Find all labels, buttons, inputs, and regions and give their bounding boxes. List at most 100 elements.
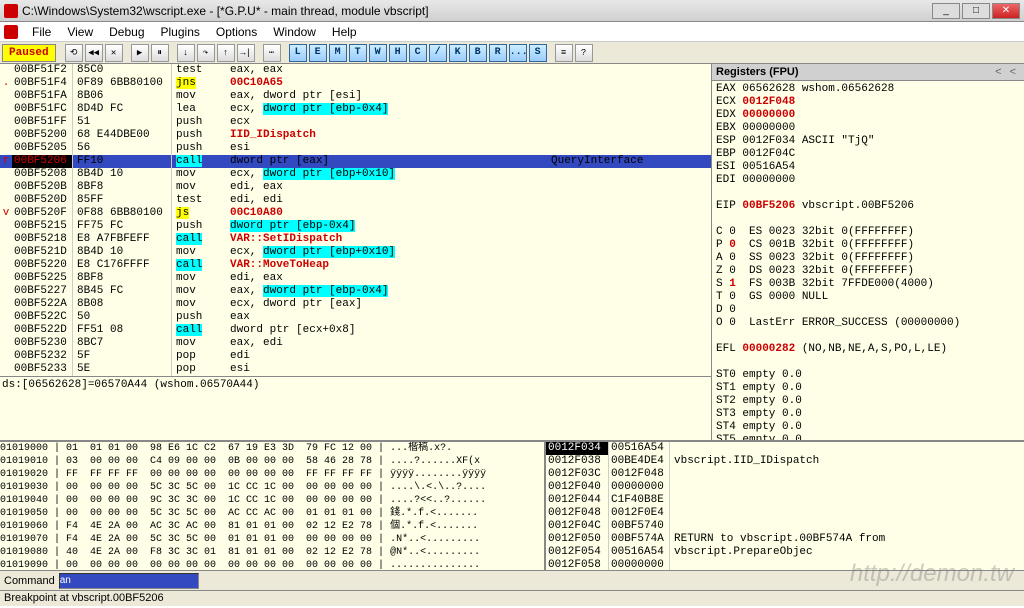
stack-row[interactable]: 0012F05400516A54 bbox=[546, 546, 1024, 559]
minimize-button[interactable]: _ bbox=[932, 3, 960, 19]
register-EDX[interactable]: EDX 00000000 bbox=[716, 109, 1020, 122]
window-title: C:\Windows\System32\wscript.exe - [*G.P.… bbox=[22, 4, 932, 18]
toolbar-letter-B[interactable]: B bbox=[469, 44, 487, 62]
stack-row[interactable]: 0012F04C00BF5740 bbox=[546, 520, 1024, 533]
toolbar-letter-W[interactable]: W bbox=[369, 44, 387, 62]
toolbar-letter-T[interactable]: T bbox=[349, 44, 367, 62]
register-EIP[interactable]: EIP 00BF5206 vbscript.00BF5206 bbox=[716, 200, 1020, 213]
disasm-row[interactable]: 00BF522A8B08movecx, dword ptr [eax] bbox=[0, 298, 711, 311]
stack-row[interactable]: 0012F03800BE4DE4vbscript.IID_IDispatch bbox=[546, 455, 1024, 468]
disasm-row[interactable]: 00BF520068 E44DBE00pushIID_IDispatch bbox=[0, 129, 711, 142]
disasm-row[interactable]: v00BF520F0F88 6BB80100js00C10A80 bbox=[0, 207, 711, 220]
toolbar-letter-S[interactable]: S bbox=[529, 44, 547, 62]
flag-line: A 0 SS 0023 32bit 0(FFFFFFFF) bbox=[716, 252, 1020, 265]
toolbar-letter-M[interactable]: M bbox=[329, 44, 347, 62]
dump-row[interactable]: 01019030 | 00 00 00 00 5C 3C 5C 00 1C CC… bbox=[0, 481, 544, 494]
toolbar-letter-C[interactable]: C bbox=[409, 44, 427, 62]
menu-window[interactable]: Window bbox=[265, 23, 324, 41]
toolbar-stepover[interactable]: ↷ bbox=[197, 44, 215, 62]
disasm-row[interactable]: 00BF52258BF8movedi, eax bbox=[0, 272, 711, 285]
dump-row[interactable]: 01019080 | 40 4E 2A 00 F8 3C 3C 01 81 01… bbox=[0, 546, 544, 559]
disasm-row[interactable]: 00BF520556pushesi bbox=[0, 142, 711, 155]
disasm-row[interactable]: 00BF522DFF51 08calldword ptr [ecx+0x8] bbox=[0, 324, 711, 337]
menu-options[interactable]: Options bbox=[208, 23, 265, 41]
flag-line: T 0 GS 0000 NULL bbox=[716, 291, 1020, 304]
stack-row[interactable]: 0012F0480012F0E4 bbox=[546, 507, 1024, 520]
dump-row[interactable]: 01019040 | 00 00 00 00 9C 3C 3C 00 1C CC… bbox=[0, 494, 544, 507]
disasm-row[interactable]: 00BF51FF51pushecx bbox=[0, 116, 711, 129]
toolbar-letter-...[interactable]: ... bbox=[509, 44, 527, 62]
disasm-row[interactable]: .00BF51F40F89 6BB80100jns00C10A65 bbox=[0, 77, 711, 90]
dump-row[interactable]: 01019070 | F4 4E 2A 00 5C 3C 5C 00 01 01… bbox=[0, 533, 544, 546]
stack-row[interactable]: 0012F03400516A54 bbox=[546, 442, 1024, 455]
menu-file[interactable]: File bbox=[24, 23, 59, 41]
toolbar-back[interactable]: ◀◀ bbox=[85, 44, 103, 62]
toolbar-letter-R[interactable]: R bbox=[489, 44, 507, 62]
stack-row[interactable]: 0012F03C0012F048 bbox=[546, 468, 1024, 481]
menu-help[interactable]: Help bbox=[324, 23, 365, 41]
toolbar-stepout[interactable]: ↑ bbox=[217, 44, 235, 62]
disasm-row[interactable]: 00BF520B8BF8movedi, eax bbox=[0, 181, 711, 194]
menu-plugins[interactable]: Plugins bbox=[153, 23, 208, 41]
disasm-row[interactable]: 00BF520D85FFtestedi, edi bbox=[0, 194, 711, 207]
register-EDI[interactable]: EDI 00000000 bbox=[716, 174, 1020, 187]
flag-line: C 0 ES 0023 32bit 0(FFFFFFFF) bbox=[716, 226, 1020, 239]
disasm-row[interactable]: 00BF52088B4D 10movecx, dword ptr [ebp+0x… bbox=[0, 168, 711, 181]
dump-row[interactable]: 01019010 | 03 00 00 00 C4 09 00 00 0B 00… bbox=[0, 455, 544, 468]
command-bar: Command bbox=[0, 570, 1024, 590]
toolbar-run[interactable]: ▶ bbox=[131, 44, 149, 62]
disasm-row[interactable]: r00BF5206FF10calldword ptr [eax]QueryInt… bbox=[0, 155, 711, 168]
dump-row[interactable]: 01019050 | 00 00 00 00 5C 3C 5C 00 AC CC… bbox=[0, 507, 544, 520]
disasm-row[interactable]: 00BF52325Fpopedi bbox=[0, 350, 711, 363]
menu-view[interactable]: View bbox=[59, 23, 101, 41]
toolbar-letter-H[interactable]: H bbox=[389, 44, 407, 62]
disassembly-pane[interactable]: 00BF51F285C0testeax, eax.00BF51F40F89 6B… bbox=[0, 64, 712, 440]
menu-debug[interactable]: Debug bbox=[101, 23, 152, 41]
toolbar-help[interactable]: ? bbox=[575, 44, 593, 62]
disasm-row[interactable]: 00BF521D8B4D 10movecx, dword ptr [ebp+0x… bbox=[0, 246, 711, 259]
scroll-right-icon[interactable]: < bbox=[1006, 66, 1020, 78]
toolbar-settings[interactable]: ≡ bbox=[555, 44, 573, 62]
stack-row[interactable]: 0012F04000000000 bbox=[546, 481, 1024, 494]
stack-row[interactable]: 0012F044C1F40B8E bbox=[546, 494, 1024, 507]
register-ECX[interactable]: ECX 0012F048 bbox=[716, 96, 1020, 109]
stack-row[interactable]: 0012F05800000000 bbox=[546, 559, 1024, 570]
toolbar-pause[interactable]: ⏸ bbox=[151, 44, 169, 62]
scroll-left-icon[interactable]: < bbox=[991, 66, 1005, 78]
dump-row[interactable]: 01019060 | F4 4E 2A 00 AC 3C AC 00 81 01… bbox=[0, 520, 544, 533]
toolbar-close[interactable]: ✕ bbox=[105, 44, 123, 62]
toolbar-runto[interactable]: →| bbox=[237, 44, 255, 62]
toolbar-letter-/[interactable]: / bbox=[429, 44, 447, 62]
disasm-row[interactable]: 00BF522C50pusheax bbox=[0, 311, 711, 324]
stack-pane[interactable]: 0012F03400516A540012F03800BE4DE4vbscript… bbox=[546, 442, 1024, 570]
disasm-row[interactable]: 00BF52308BC7moveax, edi bbox=[0, 337, 711, 350]
dump-row[interactable]: 01019090 | 00 00 00 00 00 00 00 00 00 00… bbox=[0, 559, 544, 570]
register-EBX[interactable]: EBX 00000000 bbox=[716, 122, 1020, 135]
registers-pane[interactable]: Registers (FPU) < < EAX 06562628 wshom.0… bbox=[712, 64, 1024, 440]
register-EAX[interactable]: EAX 06562628 wshom.06562628 bbox=[716, 83, 1020, 96]
disasm-row[interactable]: 00BF5220E8 C176FFFFcallVAR::MoveToHeap bbox=[0, 259, 711, 272]
disasm-row[interactable]: 00BF5218E8 A7FBFEFFcallVAR::SetIDispatch bbox=[0, 233, 711, 246]
register-ESI[interactable]: ESI 00516A54 bbox=[716, 161, 1020, 174]
command-input[interactable] bbox=[59, 573, 199, 589]
disasm-row[interactable]: 00BF52278B45 FCmoveax, dword ptr [ebp-0x… bbox=[0, 285, 711, 298]
maximize-button[interactable]: □ bbox=[962, 3, 990, 19]
toolbar-restart[interactable]: ⟲ bbox=[65, 44, 83, 62]
toolbar-letter-K[interactable]: K bbox=[449, 44, 467, 62]
register-EBP[interactable]: EBP 0012F04C bbox=[716, 148, 1020, 161]
disasm-row[interactable]: 00BF5215FF75 FCpushdword ptr [ebp-0x4] bbox=[0, 220, 711, 233]
toolbar-letter-L[interactable]: L bbox=[289, 44, 307, 62]
dump-row[interactable]: 01019000 | 01 01 01 00 98 E6 1C C2 67 19… bbox=[0, 442, 544, 455]
hex-dump-pane[interactable]: 01019000 | 01 01 01 00 98 E6 1C C2 67 19… bbox=[0, 442, 546, 570]
toolbar-letter-E[interactable]: E bbox=[309, 44, 327, 62]
disasm-row[interactable]: 00BF51FA8B06moveax, dword ptr [esi] bbox=[0, 90, 711, 103]
stack-row[interactable]: 0012F05000BF574ARETURN to vbscript.00BF5… bbox=[546, 533, 1024, 546]
close-button[interactable]: ✕ bbox=[992, 3, 1020, 19]
disasm-row[interactable]: 00BF51F285C0testeax, eax bbox=[0, 64, 711, 77]
toolbar-stepinto[interactable]: ↓ bbox=[177, 44, 195, 62]
toolbar-trace[interactable]: ⋯ bbox=[263, 44, 281, 62]
register-ESP[interactable]: ESP 0012F034 ASCII "TjQ" bbox=[716, 135, 1020, 148]
disasm-row[interactable]: 00BF52335Epopesi bbox=[0, 363, 711, 376]
disasm-row[interactable]: 00BF51FC8D4D FCleaecx, dword ptr [ebp-0x… bbox=[0, 103, 711, 116]
dump-row[interactable]: 01019020 | FF FF FF FF 00 00 00 00 00 00… bbox=[0, 468, 544, 481]
